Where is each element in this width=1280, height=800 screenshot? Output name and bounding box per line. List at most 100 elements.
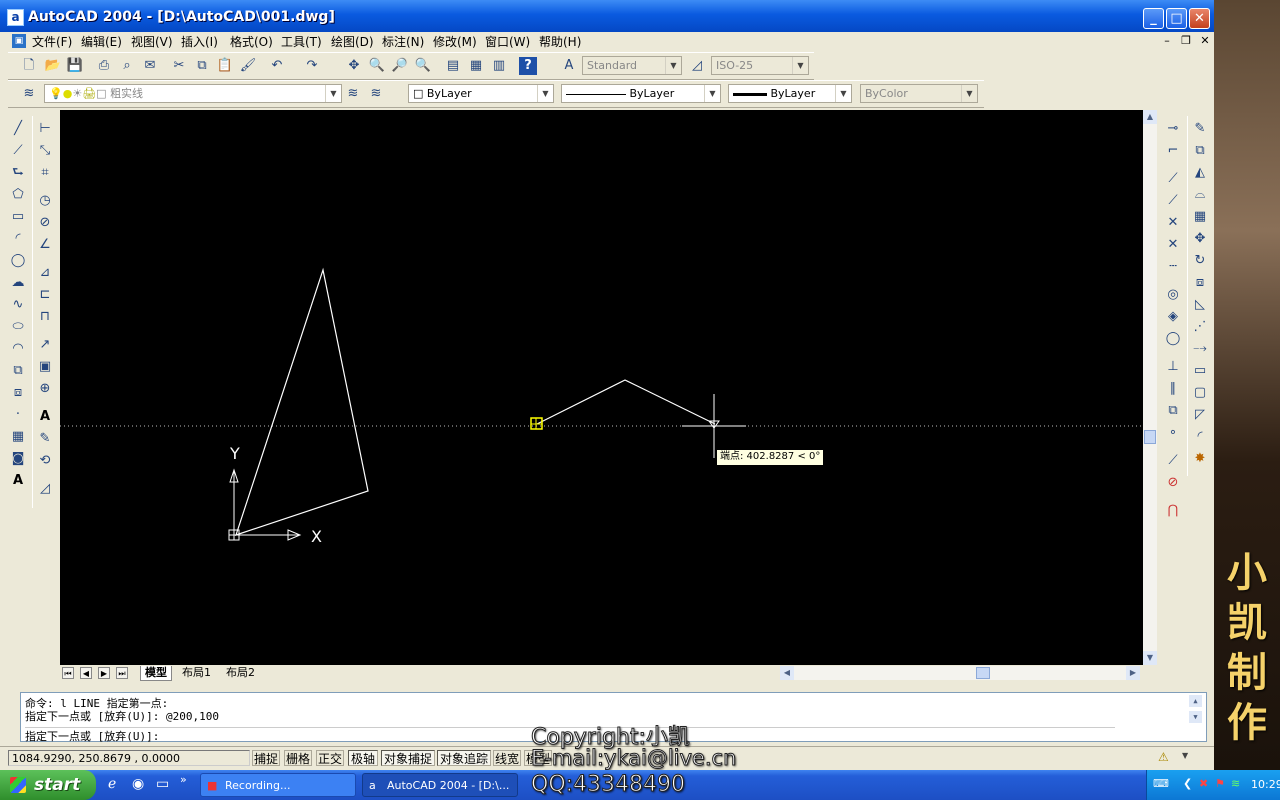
network-icon[interactable]: ≋ xyxy=(1231,777,1240,790)
coordinate-readout[interactable]: 1084.9290, 250.8679 , 0.0000 xyxy=(8,750,250,766)
start-button[interactable]: start xyxy=(0,770,96,800)
grid-toggle[interactable]: 栅格 xyxy=(284,750,312,766)
menu-insert[interactable]: 插入(I) xyxy=(181,33,218,50)
help-icon[interactable]: ? xyxy=(519,57,537,75)
snap-insert-icon[interactable]: ⧉ xyxy=(1164,402,1182,420)
dimension-update-icon[interactable]: ⟲ xyxy=(36,452,54,470)
save-icon[interactable]: 💾 xyxy=(66,57,84,75)
chamfer-icon[interactable]: ◸ xyxy=(1191,406,1209,424)
spline-icon[interactable]: ∿ xyxy=(9,296,27,314)
offset-icon[interactable]: ⌓ xyxy=(1191,186,1209,204)
maximize-button[interactable]: □ xyxy=(1166,8,1187,29)
comm-center-icon[interactable]: ⚠ xyxy=(1158,750,1174,766)
minimize-button[interactable]: _ xyxy=(1143,8,1164,29)
zoom-window-icon[interactable]: 🔎 xyxy=(391,57,409,75)
osnap-toggle[interactable]: 对象捕捉 xyxy=(381,750,435,766)
tab-layout1[interactable]: 布局1 xyxy=(178,666,215,680)
security-icon[interactable]: ⚑ xyxy=(1215,777,1225,790)
linetype-select[interactable]: ByLayer ▼ xyxy=(561,84,721,103)
next-tab-icon[interactable]: ▶ xyxy=(98,667,110,679)
temp-track-icon[interactable]: ⊸ xyxy=(1164,120,1182,138)
first-tab-icon[interactable]: ⏮ xyxy=(62,667,74,679)
lineweight-select[interactable]: ByLayer ▼ xyxy=(728,84,852,103)
menu-dimension[interactable]: 标注(N) xyxy=(382,33,424,50)
make-layer-current-icon[interactable]: ≋ xyxy=(344,85,362,103)
dimension-text-edit-icon[interactable]: ✎ xyxy=(36,430,54,448)
scroll-down-icon[interactable]: ▼ xyxy=(1143,651,1157,665)
triangle-shape[interactable] xyxy=(235,267,369,536)
polygon-icon[interactable]: ⬠ xyxy=(9,186,27,204)
layer-manager-icon[interactable]: ≋ xyxy=(20,85,38,103)
radius-dim-icon[interactable]: ◷ xyxy=(36,192,54,210)
doc-minimize-button[interactable]: – xyxy=(1160,34,1174,48)
aligned-dim-icon[interactable]: ⤡ xyxy=(36,142,54,160)
vertical-scrollbar[interactable]: ▲ ▼ xyxy=(1143,110,1157,665)
keyboard-icon[interactable]: ⌨ xyxy=(1153,777,1169,790)
snap-center-icon[interactable]: ◎ xyxy=(1164,286,1182,304)
copy-object-icon[interactable]: ⧉ xyxy=(1191,142,1209,160)
point-icon[interactable]: · xyxy=(9,406,27,424)
last-tab-icon[interactable]: ⏭ xyxy=(116,667,128,679)
doc-close-button[interactable]: ✕ xyxy=(1198,34,1212,48)
hatch-icon[interactable]: ▦ xyxy=(9,428,27,446)
properties-icon[interactable]: ▤ xyxy=(444,57,462,75)
line-icon[interactable]: ╱ xyxy=(9,120,27,138)
undo-icon[interactable]: ↶ xyxy=(268,57,286,75)
dim-style-select[interactable]: ISO-25 ▼ xyxy=(711,56,809,75)
snap-tangent-icon[interactable]: ◯ xyxy=(1164,330,1182,348)
polar-toggle[interactable]: 极轴 xyxy=(348,750,378,766)
circle-icon[interactable]: ◯ xyxy=(9,252,27,270)
scroll-right-icon[interactable]: ▶ xyxy=(1126,666,1140,680)
break-icon[interactable]: ▭ xyxy=(1191,362,1209,380)
menu-file[interactable]: 文件(F) xyxy=(32,33,72,50)
menu-help[interactable]: 帮助(H) xyxy=(539,33,581,50)
dim-style-icon[interactable]: ◿ xyxy=(688,57,706,75)
snap-nearest-icon[interactable]: ⟋ xyxy=(1164,452,1182,470)
scroll-up-icon[interactable]: ▲ xyxy=(1143,110,1157,124)
construction-line-icon[interactable]: ⟋ xyxy=(9,142,27,160)
open-icon[interactable]: 📂 xyxy=(44,57,62,75)
design-center-icon[interactable]: ▦ xyxy=(467,57,485,75)
redo-icon[interactable]: ↷ xyxy=(303,57,321,75)
revision-cloud-icon[interactable]: ☁ xyxy=(9,274,27,292)
arc-icon[interactable]: ◜ xyxy=(9,230,27,248)
menu-modify[interactable]: 修改(M) xyxy=(433,33,477,50)
zoom-realtime-icon[interactable]: 🔍 xyxy=(368,57,386,75)
plot-icon[interactable]: ⎙ xyxy=(95,57,113,75)
fillet-icon[interactable]: ◜ xyxy=(1191,428,1209,446)
menu-edit[interactable]: 编辑(E) xyxy=(81,33,122,50)
trim-icon[interactable]: ⋰ xyxy=(1191,318,1209,336)
title-bar[interactable]: a AutoCAD 2004 - [D:\AutoCAD\001.dwg] _ … xyxy=(0,0,1214,32)
mirror-icon[interactable]: ◭ xyxy=(1191,164,1209,182)
cmd-scroll-down-icon[interactable]: ▼ xyxy=(1189,711,1202,723)
continue-dim-icon[interactable]: ⊓ xyxy=(36,308,54,326)
array-icon[interactable]: ▦ xyxy=(1191,208,1209,226)
doc-restore-button[interactable]: ❐ xyxy=(1179,34,1193,48)
snap-endpoint-icon[interactable]: ⟋ xyxy=(1164,170,1182,188)
tool-palettes-icon[interactable]: ▥ xyxy=(490,57,508,75)
menu-format[interactable]: 格式(O) xyxy=(230,33,273,50)
snap-toggle[interactable]: 捕捉 xyxy=(252,750,280,766)
cmd-scroll-up-icon[interactable]: ▲ xyxy=(1189,695,1202,707)
move-icon[interactable]: ✥ xyxy=(1191,230,1209,248)
horizontal-scrollbar[interactable]: ◀ ▶ xyxy=(780,666,1140,680)
snap-quadrant-icon[interactable]: ◈ xyxy=(1164,308,1182,326)
rotate-icon[interactable]: ↻ xyxy=(1191,252,1209,270)
make-block-icon[interactable]: ⧈ xyxy=(9,384,27,402)
scale-icon[interactable]: ⧈ xyxy=(1191,274,1209,292)
snap-from-icon[interactable]: ⌐ xyxy=(1164,142,1182,160)
baseline-dim-icon[interactable]: ⊏ xyxy=(36,286,54,304)
status-menu-icon[interactable]: ▼ xyxy=(1182,751,1194,765)
drawing-canvas[interactable]: Y X 端点: 402.8287 < 0° xyxy=(60,110,1143,665)
tab-layout2[interactable]: 布局2 xyxy=(222,666,259,680)
quick-dim-icon[interactable]: ⊿ xyxy=(36,264,54,282)
linear-dim-icon[interactable]: ⊢ xyxy=(36,120,54,138)
match-properties-icon[interactable]: 🖌 xyxy=(239,57,257,75)
autocad-app-icon[interactable]: a xyxy=(7,9,24,26)
desktop-icon[interactable]: ▭ xyxy=(156,776,174,794)
quick-leader-icon[interactable]: ↗ xyxy=(36,336,54,354)
dimension-edit-icon[interactable]: A xyxy=(36,408,54,426)
osnap-settings-icon[interactable]: ⋂ xyxy=(1164,502,1182,520)
clock[interactable]: 10:29 xyxy=(1251,778,1280,791)
menu-window[interactable]: 窗口(W) xyxy=(485,33,530,50)
